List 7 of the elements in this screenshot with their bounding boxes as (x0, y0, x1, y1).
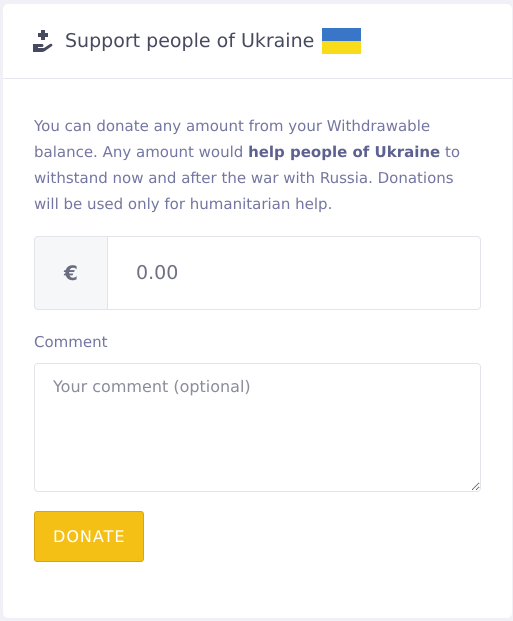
donation-description: You can donate any amount from your Withdrawable balance. Any amount would help people of Ukraine to withstand now and after the war with Russia. Donations will be used only for humanitarian help. (34, 116, 462, 215)
comment-label: Comment (34, 333, 108, 351)
card-title: Support people of Ukraine (65, 30, 314, 52)
ukraine-flag-icon (322, 28, 362, 54)
amount-field[interactable]: 0.00 (108, 236, 481, 310)
comment-field[interactable]: Your comment (optional) (34, 363, 481, 492)
currency-symbol: € (34, 236, 108, 310)
